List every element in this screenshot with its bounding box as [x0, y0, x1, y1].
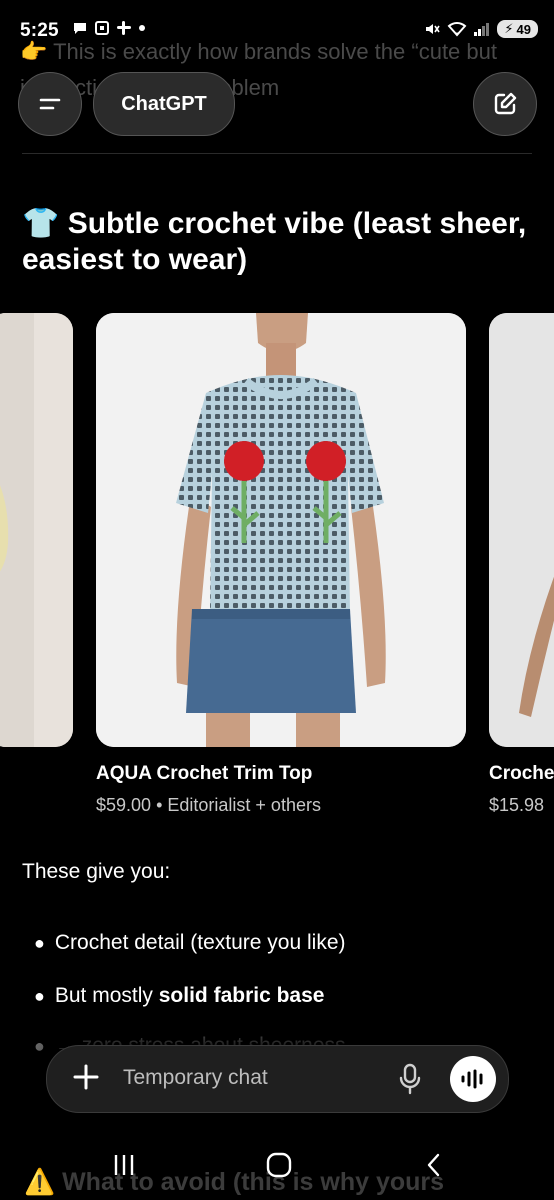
message-input[interactable]: Temporary chat: [123, 1066, 268, 1090]
dot-icon: [139, 25, 145, 31]
product-image-left: [0, 313, 73, 747]
product-title-main[interactable]: AQUA Crochet Trim Top: [96, 763, 312, 785]
bullet-dot: ●: [34, 1036, 45, 1056]
menu-icon: [39, 98, 61, 110]
bullet-text: But mostly: [54, 984, 159, 1007]
product-title-right[interactable]: Croche: [489, 763, 554, 785]
next-section-heading: ⚠️ What to avoid (this is why yours: [24, 1168, 445, 1196]
edit-icon: [494, 92, 517, 115]
bullet-item: ● Crochet detail (texture you like): [34, 931, 346, 955]
app-title: ChatGPT: [121, 92, 207, 115]
section-heading: 👕 Subtle crochet vibe (least sheer, easi…: [22, 206, 542, 278]
divider: [22, 153, 532, 154]
bullet-dot: ●: [34, 986, 45, 1006]
product-card-left[interactable]: [0, 313, 73, 747]
body-intro: These give you:: [22, 860, 171, 883]
voice-waveform-icon: [461, 1069, 483, 1089]
bullet-item: ● But mostly solid fabric base: [34, 984, 324, 1008]
product-price-main: $59.00: [96, 795, 152, 815]
product-card-main[interactable]: [96, 313, 466, 747]
product-image-right: [489, 313, 554, 747]
product-image-main: [96, 313, 466, 747]
home-button[interactable]: [266, 1152, 292, 1178]
microphone-icon[interactable]: [397, 1063, 423, 1095]
bullet-text: Crochet detail (texture you like): [54, 931, 346, 954]
product-meta-main: $59.00 • Editorialist + others: [96, 795, 321, 816]
recent-apps-button[interactable]: [112, 1152, 136, 1178]
bullet-bold-text: solid fabric base: [158, 984, 325, 1007]
menu-button[interactable]: [18, 72, 82, 136]
product-card-right[interactable]: [489, 313, 554, 747]
back-button[interactable]: [424, 1152, 444, 1178]
voice-mode-button[interactable]: [450, 1056, 496, 1102]
model-title-button[interactable]: ChatGPT: [93, 72, 235, 136]
bullet-dot: ●: [34, 933, 45, 953]
tshirt-emoji-icon: 👕: [22, 207, 60, 240]
product-price-right: $15.98: [489, 795, 545, 815]
product-sellers-main: Editorialist + others: [167, 795, 321, 815]
section-heading-text: Subtle crochet vibe (least sheer, easies…: [22, 207, 527, 276]
meta-separator: •: [156, 795, 168, 815]
plus-icon[interactable]: [71, 1062, 101, 1092]
new-chat-button[interactable]: [473, 72, 537, 136]
composer-bar: Temporary chat: [46, 1045, 509, 1113]
